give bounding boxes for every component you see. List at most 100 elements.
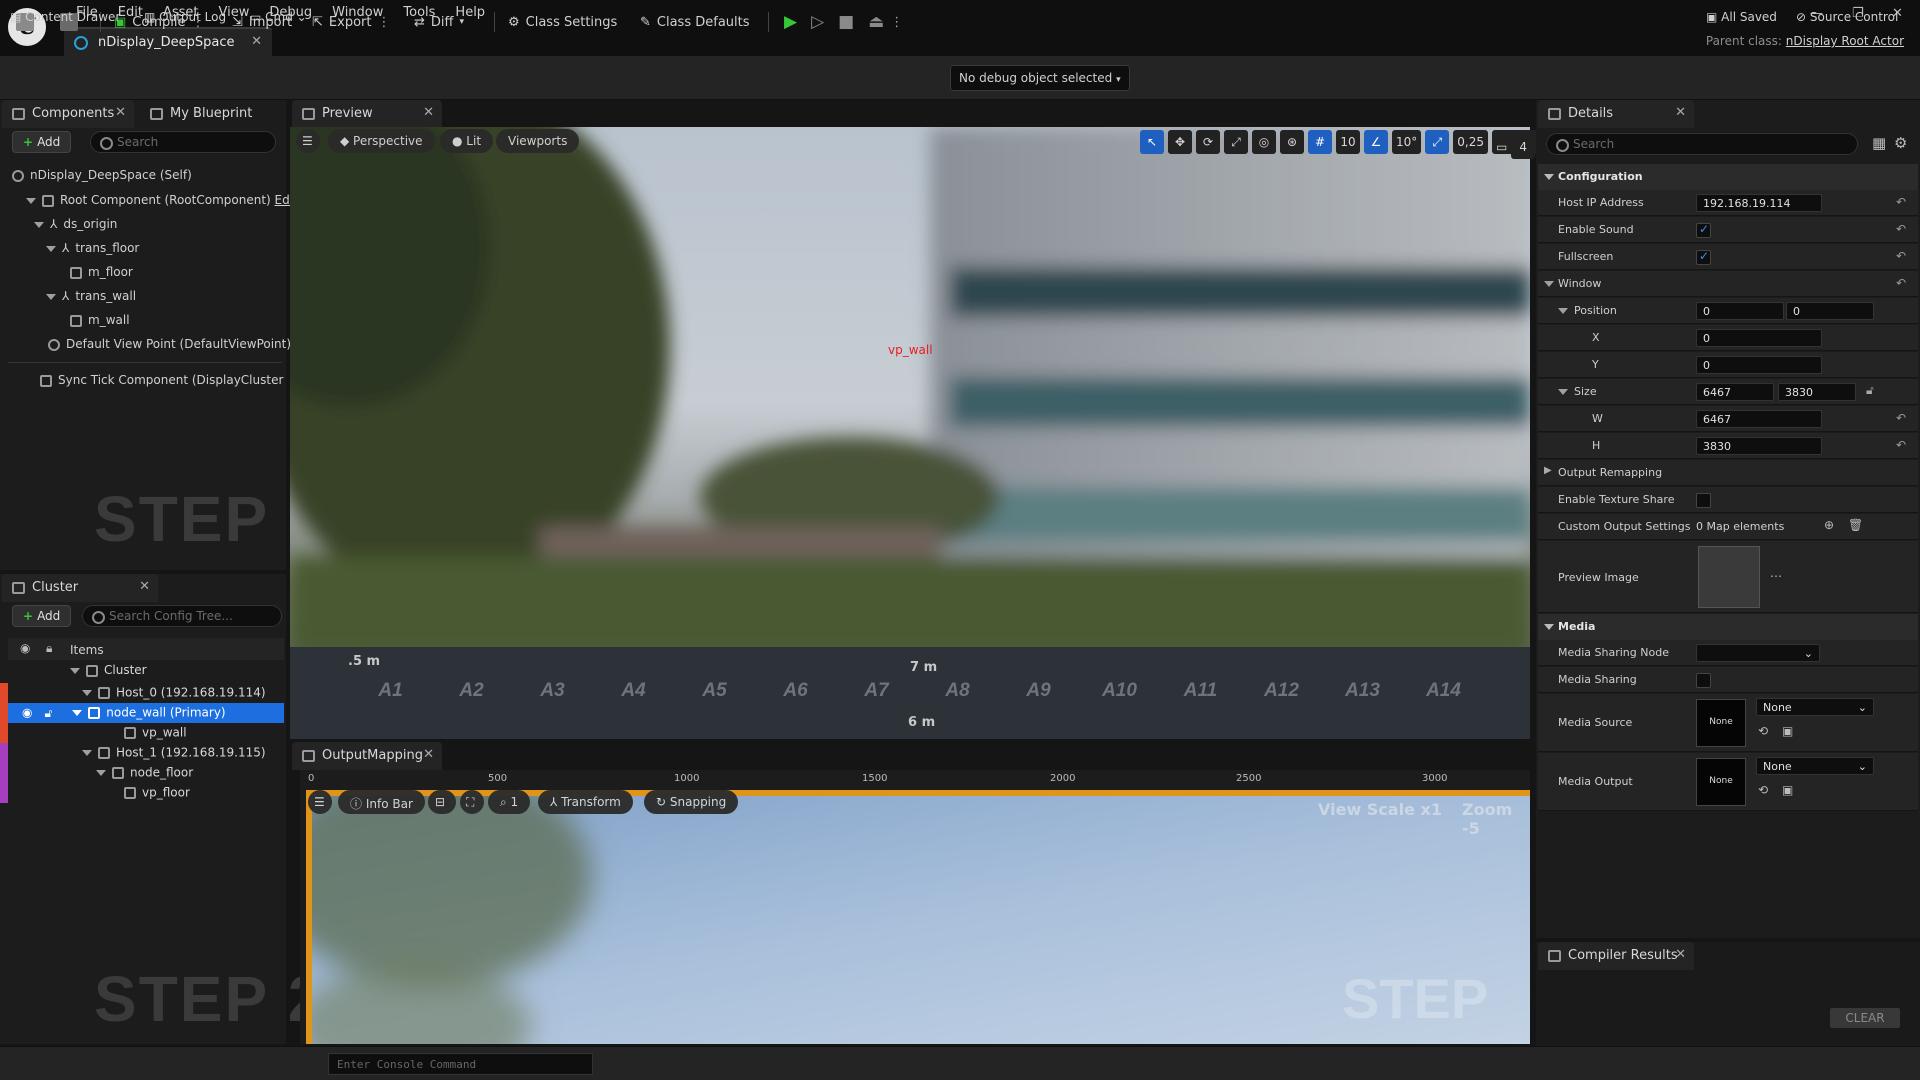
tree-item[interactable]: vp_wall xyxy=(0,723,290,743)
world-icon[interactable]: ◎ xyxy=(1252,130,1276,154)
reset-icon[interactable]: ↶ xyxy=(1896,222,1906,236)
close-icon[interactable]: ✕ xyxy=(423,747,434,762)
browse-icon[interactable]: ▣ xyxy=(1782,724,1793,738)
clear-button[interactable]: CLEAR xyxy=(1830,1008,1900,1028)
rotate-icon[interactable]: ⟳ xyxy=(1196,130,1220,154)
close-icon[interactable]: ✕ xyxy=(1675,947,1686,962)
angle-snap-icon[interactable]: ∠ xyxy=(1364,130,1388,154)
step-icon[interactable]: ▷ xyxy=(811,12,824,32)
diff-button[interactable]: ⇄ Diff ▾ xyxy=(414,10,464,34)
media-source-thumbnail[interactable]: None xyxy=(1696,699,1746,747)
canvas-menu-icon[interactable]: ☰ xyxy=(308,790,332,814)
all-saved-status[interactable]: ▣ All Saved xyxy=(1706,10,1777,24)
play-options-icon[interactable]: ⋮ xyxy=(890,15,903,30)
media-output-select[interactable]: None ⌄ xyxy=(1756,757,1874,775)
tab-components[interactable]: Components ✕ xyxy=(2,100,134,128)
source-control-button[interactable]: ⊘ Source Control xyxy=(1796,10,1898,24)
perspective-button[interactable]: ◆ Perspective xyxy=(328,129,435,153)
add-cluster-button[interactable]: + Add xyxy=(12,605,72,627)
fit-icon[interactable]: ⛶ xyxy=(460,790,484,814)
class-defaults-button[interactable]: ✎ Class Defaults xyxy=(640,10,750,34)
fullscreen-checkbox[interactable] xyxy=(1696,249,1711,265)
x-input[interactable]: 0 xyxy=(1696,329,1822,347)
trash-icon[interactable]: 🗑︎ xyxy=(1848,518,1863,532)
media-output-thumbnail[interactable]: None xyxy=(1696,758,1746,806)
eye-icon[interactable]: ◉ xyxy=(22,706,32,720)
components-search-input[interactable]: Search xyxy=(90,131,276,153)
content-drawer-button[interactable]: ▤ Content Drawer xyxy=(10,10,120,24)
y-input[interactable]: 0 xyxy=(1696,356,1822,374)
tree-item[interactable]: Root Component (RootComponent) Edi xyxy=(26,193,293,207)
h-input[interactable]: 3830 xyxy=(1696,437,1822,455)
preview-viewport[interactable]: A1 A2 A3 A4 A5 A6 A7 A8 A9 A10 A11 A12 A13 A14 7 m 6 … xyxy=(290,127,1530,739)
reset-icon[interactable]: ↶ xyxy=(1896,276,1906,290)
preview-image-thumbnail[interactable] xyxy=(1698,546,1760,608)
angle-value[interactable]: 10° xyxy=(1392,130,1422,154)
position-y-input[interactable]: 0 xyxy=(1786,302,1874,320)
tree-item[interactable]: nDisplay_DeepSpace (Self) xyxy=(12,168,192,182)
class-settings-button[interactable]: ⚙ Class Settings xyxy=(508,10,617,34)
tree-item[interactable]: Default View Point (DefaultViewPoint) xyxy=(48,337,291,351)
prop-position[interactable]: Position 0 0 xyxy=(1538,298,1918,324)
media-sharing-node-select[interactable]: ⌄ xyxy=(1696,644,1820,662)
tab-cluster[interactable]: Cluster ✕ xyxy=(2,574,158,602)
tree-item[interactable]: vp_floor xyxy=(0,783,290,803)
info-bar-button[interactable]: ⓘ Info Bar xyxy=(338,790,425,814)
table-icon[interactable]: ▦ xyxy=(1872,134,1886,152)
scale-icon[interactable]: ⤢ xyxy=(1224,130,1248,154)
reset-icon[interactable]: ↶ xyxy=(1896,438,1906,452)
tree-item[interactable]: Host_0 (192.168.19.114) xyxy=(0,683,290,703)
tree-item[interactable]: node_floor xyxy=(0,763,290,783)
tab-preview[interactable]: Preview ✕ xyxy=(292,100,442,128)
browse-icon[interactable]: ▣ xyxy=(1782,783,1793,797)
close-icon[interactable]: ✕ xyxy=(139,579,150,594)
use-selected-icon[interactable]: ⟲ xyxy=(1758,783,1768,797)
toggle-icon[interactable]: ⊟ xyxy=(428,790,456,814)
eye-icon[interactable]: ◉ xyxy=(20,641,30,655)
surface-snap-icon[interactable]: ⊛ xyxy=(1280,130,1304,154)
media-sharing-checkbox[interactable] xyxy=(1696,673,1711,688)
tab-details[interactable]: Details ✕ xyxy=(1538,100,1694,128)
position-x-input[interactable]: 0 xyxy=(1696,302,1784,320)
select-icon[interactable]: ↖ xyxy=(1140,130,1164,154)
debug-object-select[interactable]: No debug object selected ▾ xyxy=(950,65,1130,91)
texture-share-checkbox[interactable] xyxy=(1696,493,1711,508)
lit-button[interactable]: ● Lit xyxy=(440,129,494,153)
close-icon[interactable]: ✕ xyxy=(115,105,126,120)
host-ip-input[interactable]: 192.168.19.114 xyxy=(1696,194,1822,212)
eject-icon[interactable]: ⏏ xyxy=(868,12,884,32)
tab-my-blueprint[interactable]: My Blueprint xyxy=(140,100,282,128)
tree-item[interactable]: Sync Tick Component (DisplayClusterS xyxy=(40,373,284,387)
export-button[interactable]: ⇱ Export ⋮ xyxy=(312,10,390,34)
tree-item[interactable]: ⅄ trans_floor xyxy=(46,241,139,255)
grid-snap-icon[interactable]: # xyxy=(1308,130,1332,154)
transform-button[interactable]: ⅄ Transform xyxy=(538,790,633,814)
tree-item[interactable]: Host_1 (192.168.19.115) xyxy=(0,743,290,763)
lock-icon[interactable]: 🔒︎ xyxy=(46,641,52,656)
tree-item[interactable]: m_wall xyxy=(70,313,130,327)
prop-size[interactable]: Size 6467 3830 🔓︎ xyxy=(1538,379,1918,405)
more-icon[interactable]: ⋯ xyxy=(1770,569,1782,583)
output-mapping-canvas[interactable]: View Scale x1 Zoom -5 STEP 3 xyxy=(306,790,1530,1044)
tree-item[interactable]: ⅄ ds_origin xyxy=(34,217,117,231)
zoom-button[interactable]: ⌕ 1 xyxy=(488,790,531,814)
enable-sound-checkbox[interactable] xyxy=(1696,222,1711,238)
lock-icon[interactable]: 🔓︎ xyxy=(1866,383,1874,398)
tree-item[interactable]: Cluster xyxy=(0,663,290,683)
lock-icon[interactable]: 🔓︎ xyxy=(44,706,52,720)
add-icon[interactable]: ⊕ xyxy=(1824,518,1834,532)
tree-item[interactable]: m_floor xyxy=(70,265,133,279)
tab-output-mapping[interactable]: OutputMapping ✕ xyxy=(292,742,442,770)
reset-icon[interactable]: ↶ xyxy=(1896,411,1906,425)
cluster-search-input[interactable]: Search Config Tree... xyxy=(82,605,282,627)
translate-icon[interactable]: ✥ xyxy=(1168,130,1192,154)
viewports-button[interactable]: Viewports xyxy=(496,129,580,153)
viewport-menu-icon[interactable]: ☰ xyxy=(296,129,320,153)
play-icon[interactable]: ▶ xyxy=(784,12,797,32)
size-w-input[interactable]: 6467 xyxy=(1696,383,1774,401)
parent-class-link[interactable]: nDisplay Root Actor xyxy=(1786,34,1904,48)
tab-compiler-results[interactable]: Compiler Results ✕ xyxy=(1538,942,1694,970)
section-configuration[interactable]: Configuration xyxy=(1538,164,1918,190)
section-media[interactable]: Media xyxy=(1538,614,1918,640)
prop-output-remapping[interactable]: ▶ Output Remapping xyxy=(1538,460,1918,486)
